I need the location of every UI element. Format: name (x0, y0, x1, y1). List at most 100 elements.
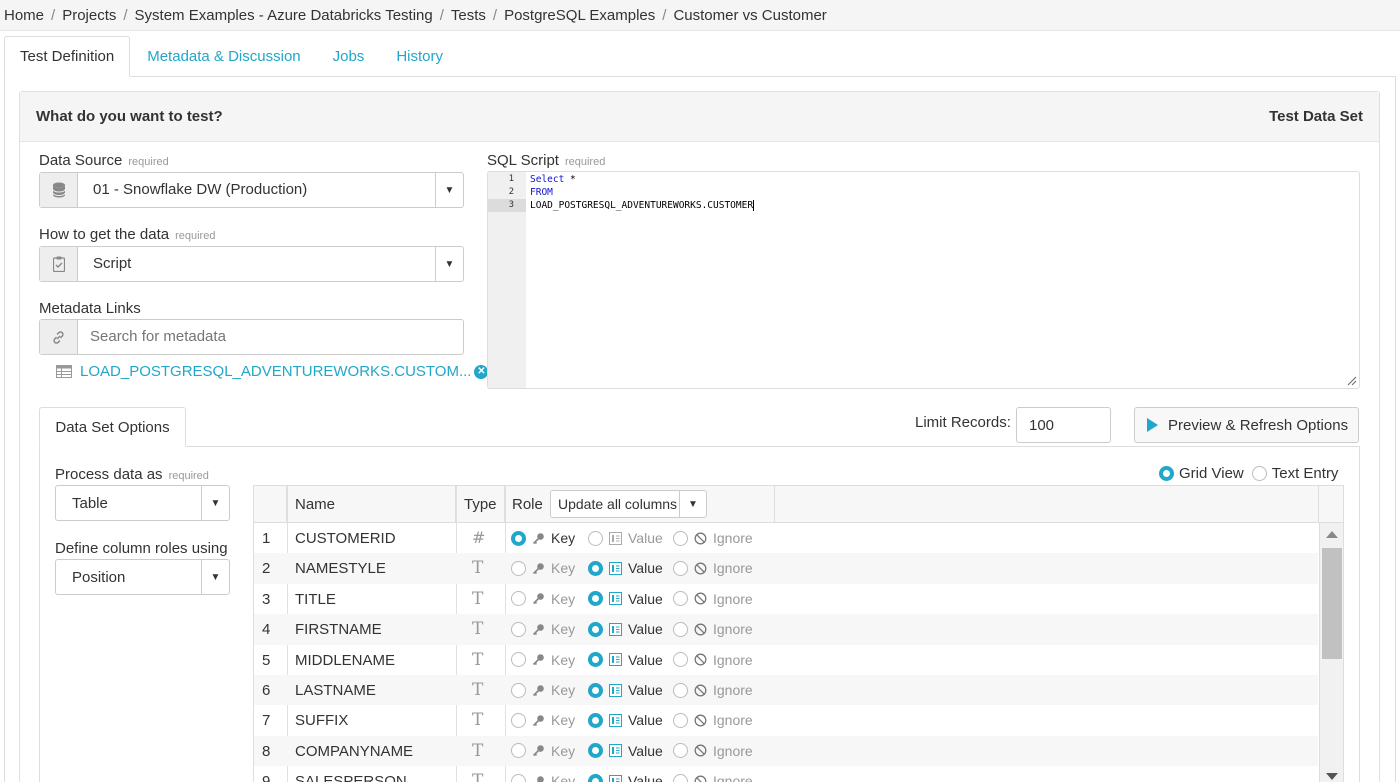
table-icon (56, 365, 72, 378)
grid-scrollbar[interactable] (1319, 523, 1343, 782)
update-all-columns-select[interactable]: Update all columns ▼ (550, 490, 707, 518)
role-ignore-radio[interactable] (673, 682, 688, 698)
role-key-option[interactable]: Key (511, 621, 575, 637)
role-value-option[interactable]: Value (588, 530, 663, 546)
sql-editor[interactable]: 1 2 3 Select * FROM LOAD_POSTGRESQL_ADVE… (487, 171, 1360, 389)
tab-history[interactable]: History (381, 36, 458, 77)
scroll-up-icon[interactable] (1326, 531, 1338, 538)
chevron-down-icon[interactable]: ▼ (435, 173, 463, 207)
role-value-option[interactable]: Value (588, 682, 663, 698)
role-value-option[interactable]: Value (588, 652, 663, 668)
role-key-radio[interactable] (511, 712, 526, 728)
role-ignore-radio[interactable] (673, 743, 688, 759)
link-icon (40, 320, 78, 354)
role-value-radio[interactable] (588, 682, 603, 698)
breadcrumb-tests[interactable]: Tests (451, 7, 486, 24)
role-key-option[interactable]: Key (511, 591, 575, 607)
role-value-radio[interactable] (588, 652, 603, 668)
grid-view-radio[interactable] (1159, 466, 1174, 481)
grid-view-option[interactable]: Grid View (1159, 465, 1244, 482)
role-key-option[interactable]: Key (511, 712, 575, 728)
role-key-option[interactable]: Key (511, 682, 575, 698)
chevron-down-icon[interactable]: ▼ (201, 486, 229, 520)
table-row: 6 LASTNAME T Key Value Ignore (254, 675, 1318, 706)
breadcrumb-home[interactable]: Home (4, 7, 44, 24)
chevron-down-icon[interactable]: ▼ (201, 560, 229, 594)
role-ignore-option[interactable]: Ignore (673, 591, 753, 607)
role-key-radio[interactable] (511, 530, 526, 546)
role-value-radio[interactable] (588, 530, 603, 546)
role-value-radio[interactable] (588, 621, 603, 637)
breadcrumb-project[interactable]: System Examples - Azure Databricks Testi… (135, 7, 433, 24)
role-ignore-option[interactable]: Ignore (673, 712, 753, 728)
role-key-radio[interactable] (511, 652, 526, 668)
define-roles-select[interactable]: Position ▼ (55, 559, 230, 595)
role-value-option[interactable]: Value (588, 591, 663, 607)
data-source-select[interactable]: 01 - Snowflake DW (Production) ▼ (39, 172, 464, 208)
role-ignore-option[interactable]: Ignore (673, 682, 753, 698)
role-key-radio[interactable] (511, 621, 526, 637)
role-value-option[interactable]: Value (588, 773, 663, 782)
process-select[interactable]: Table ▼ (55, 485, 230, 521)
role-key-radio[interactable] (511, 743, 526, 759)
role-key-option[interactable]: Key (511, 530, 575, 546)
role-value-radio[interactable] (588, 591, 603, 607)
text-entry-radio[interactable] (1251, 466, 1267, 481)
how-to-get-select[interactable]: Script ▼ (39, 246, 464, 282)
role-value-option[interactable]: Value (588, 712, 663, 728)
metadata-search[interactable] (39, 319, 464, 355)
role-ignore-radio[interactable] (673, 560, 688, 576)
role-key-radio[interactable] (511, 560, 526, 576)
role-key-option[interactable]: Key (511, 652, 575, 668)
role-ignore-option[interactable]: Ignore (673, 773, 753, 782)
role-ignore-radio[interactable] (673, 773, 688, 782)
resize-handle-icon[interactable] (1347, 376, 1357, 386)
role-ignore-radio[interactable] (673, 621, 688, 637)
scroll-thumb[interactable] (1322, 548, 1342, 659)
metadata-search-input[interactable] (90, 328, 450, 345)
role-ignore-label: Ignore (713, 560, 753, 577)
role-value-radio[interactable] (588, 712, 603, 728)
role-key-radio[interactable] (511, 591, 526, 607)
role-key-radio[interactable] (511, 773, 526, 782)
tab-metadata-discussion[interactable]: Metadata & Discussion (132, 36, 315, 77)
role-value-option[interactable]: Value (588, 621, 663, 637)
role-ignore-option[interactable]: Ignore (673, 621, 753, 637)
role-value-label: Value (628, 621, 663, 638)
role-key-option[interactable]: Key (511, 773, 575, 782)
role-key-radio[interactable] (511, 682, 526, 698)
role-key-option[interactable]: Key (511, 560, 575, 576)
chevron-down-icon[interactable]: ▼ (679, 491, 706, 517)
role-value-radio[interactable] (588, 773, 603, 782)
role-key-option[interactable]: Key (511, 743, 575, 759)
role-value-radio[interactable] (588, 560, 603, 576)
role-value-option[interactable]: Value (588, 560, 663, 576)
sql-keyword: FROM (530, 187, 553, 198)
role-ignore-radio[interactable] (673, 591, 688, 607)
ignore-icon (694, 532, 707, 545)
table-row: 3 TITLE T Key Value Ignore (254, 584, 1318, 614)
breadcrumb-folder[interactable]: PostgreSQL Examples (504, 7, 655, 24)
role-value-option[interactable]: Value (588, 743, 663, 759)
role-ignore-radio[interactable] (673, 712, 688, 728)
limit-records-input[interactable] (1016, 407, 1111, 443)
preview-refresh-button[interactable]: Preview & Refresh Options (1134, 407, 1359, 443)
scroll-down-icon[interactable] (1326, 773, 1338, 780)
breadcrumb-projects[interactable]: Projects (62, 7, 116, 24)
tab-jobs[interactable]: Jobs (318, 36, 380, 77)
role-ignore-option[interactable]: Ignore (673, 560, 753, 576)
chevron-down-icon[interactable]: ▼ (435, 247, 463, 281)
define-roles-value: Position (72, 569, 126, 586)
tab-data-set-options[interactable]: Data Set Options (39, 407, 186, 447)
role-ignore-option[interactable]: Ignore (673, 743, 753, 759)
tab-test-definition[interactable]: Test Definition (4, 36, 131, 77)
role-ignore-radio[interactable] (673, 652, 688, 668)
role-ignore-label: Ignore (713, 590, 753, 607)
role-value-radio[interactable] (588, 743, 603, 759)
role-ignore-radio[interactable] (673, 530, 688, 546)
text-type-icon: T (472, 680, 484, 700)
role-ignore-option[interactable]: Ignore (673, 652, 753, 668)
text-entry-option[interactable]: Text Entry (1251, 465, 1338, 482)
role-ignore-option[interactable]: Ignore (673, 530, 753, 546)
metadata-link[interactable]: LOAD_POSTGRESQL_ADVENTUREWORKS.CUSTOM... (80, 363, 471, 380)
